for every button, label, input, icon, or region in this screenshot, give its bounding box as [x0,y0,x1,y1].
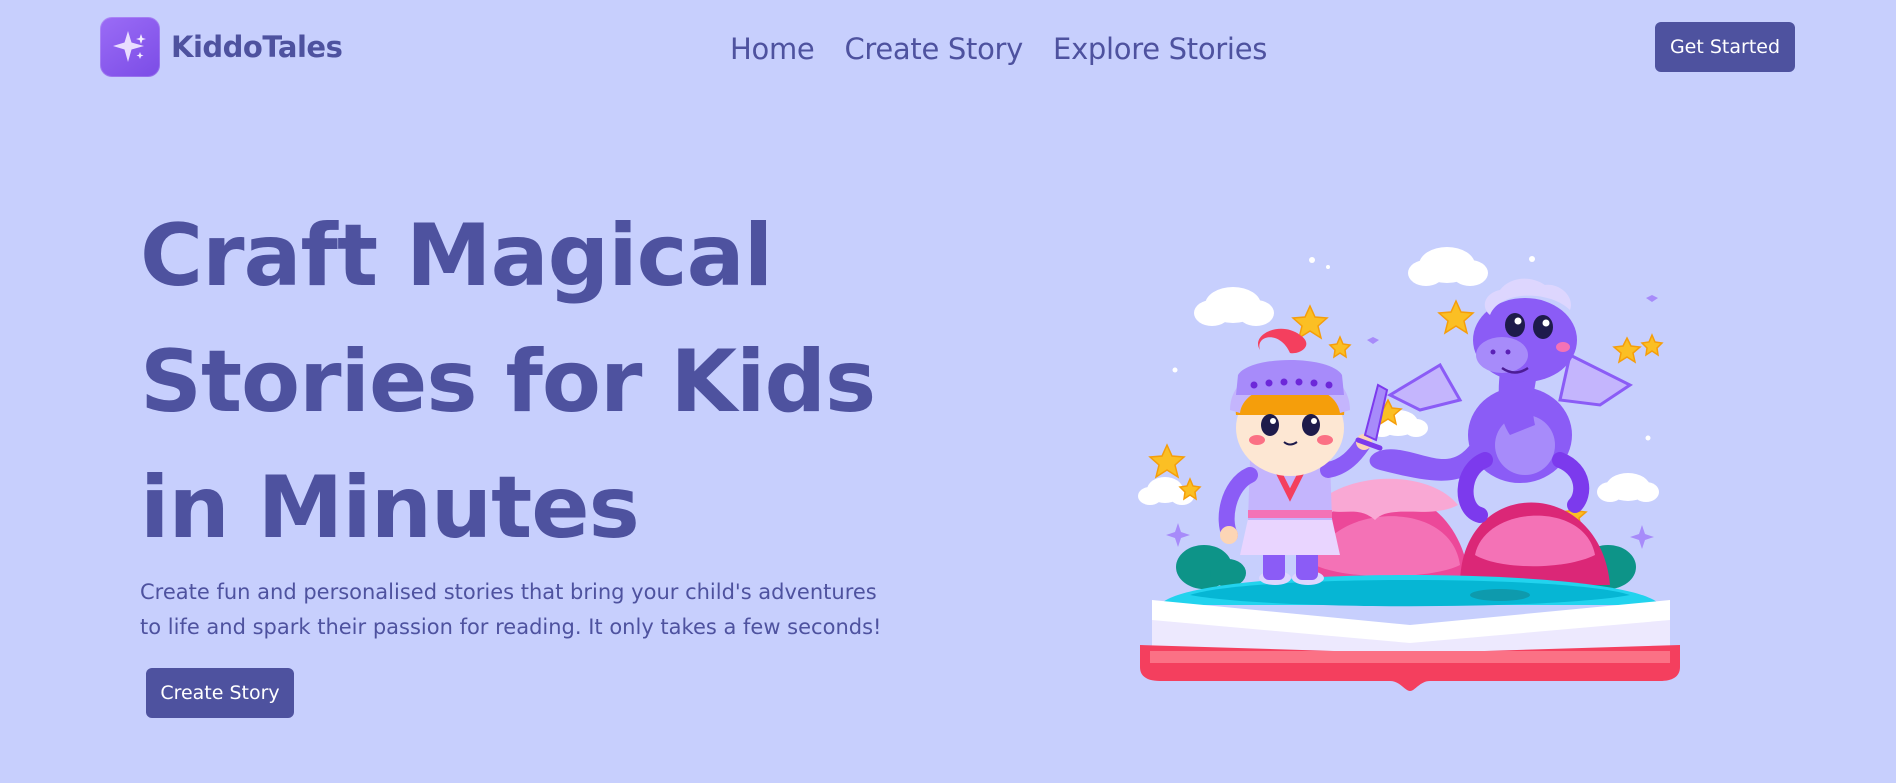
hero-title-line: Craft Magical [140,206,773,306]
get-started-button[interactable]: Get Started [1655,22,1795,72]
knight-and-dragon-storybook-illustration [1130,235,1690,695]
create-story-button[interactable]: Create Story [146,668,294,718]
hero-subtitle-line: to life and spark their passion for read… [140,615,882,639]
nav-link-home[interactable]: Home [730,29,815,69]
nav-link-create-story[interactable]: Create Story [844,29,1023,69]
dragon-figure [1369,278,1633,523]
nav-link-explore-stories[interactable]: Explore Stories [1053,29,1267,69]
navbar: KiddoTales Home Create Story Explore Sto… [0,0,1896,98]
brand-name: KiddoTales [171,30,343,64]
hero-subtitle: Create fun and personalised stories that… [140,575,882,645]
hero-title-line: in Minutes [140,458,640,558]
hero-subtitle-line: Create fun and personalised stories that… [140,580,877,604]
sparkle-icon [100,17,160,77]
main-nav: Home Create Story Explore Stories [730,29,1297,69]
logo-link[interactable]: KiddoTales [100,17,343,77]
hero-title-line: Stories for Kids [140,332,876,432]
hero-title: Craft Magical Stories for Kids in Minute… [140,193,900,571]
